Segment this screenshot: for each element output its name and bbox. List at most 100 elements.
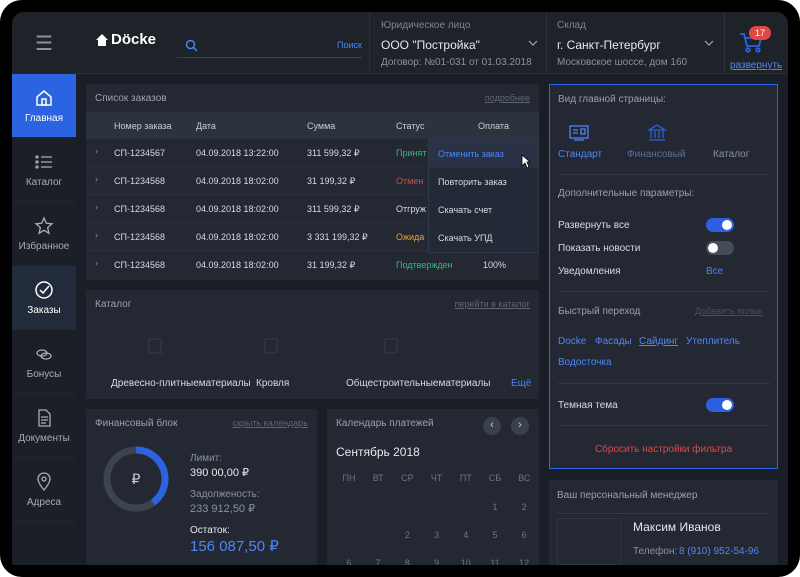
chevron-right-icon[interactable]: › <box>95 174 98 184</box>
next-month-button[interactable]: › <box>511 417 529 435</box>
manager-phone[interactable]: 8 (910) 952-54-96 <box>679 546 759 557</box>
entity-label: Юридическое лицо <box>381 20 471 31</box>
chevron-down-icon[interactable] <box>528 39 538 47</box>
search-input[interactable]: Поиск <box>177 34 362 58</box>
calendar-day[interactable]: 8 <box>392 558 422 565</box>
quick-link[interactable]: Водосточка <box>558 357 612 368</box>
dark-theme-toggle[interactable] <box>706 398 734 412</box>
add-shortcut-link[interactable]: Добавить ярлык <box>695 306 763 316</box>
cart-expand-link[interactable]: развернуть <box>730 60 782 71</box>
chevron-down-icon[interactable] <box>704 39 714 47</box>
order-sum: 311 599,32 ₽ <box>307 204 360 214</box>
column-header: Сумма <box>307 121 336 131</box>
weekday-label: СБ <box>488 473 502 483</box>
chevron-right-icon[interactable]: › <box>95 258 98 268</box>
menu-button[interactable]: ☰ <box>12 12 76 74</box>
search-button[interactable]: Поиск <box>337 40 362 50</box>
calendar-day[interactable]: 3 <box>422 530 452 540</box>
catalog-item[interactable]: Кровля <box>256 378 289 389</box>
calendar-day[interactable]: 5 <box>480 530 510 540</box>
menu-item-download-invoice[interactable]: Скачать счет <box>429 196 538 224</box>
catalog-item[interactable]: Общестроительныематериалы <box>346 378 490 389</box>
weekday-label: ПТ <box>459 473 472 483</box>
calendar-day[interactable]: 12 <box>509 558 539 565</box>
entity-select[interactable]: ООО "Постройка" <box>381 38 480 52</box>
chevron-right-icon[interactable]: › <box>95 230 98 240</box>
nav-item-favorites[interactable]: Избранное <box>12 202 76 266</box>
quick-link[interactable]: Утеплитель <box>686 336 740 347</box>
bank-icon <box>647 124 667 141</box>
chevron-right-icon[interactable]: › <box>95 146 98 156</box>
calendar-day[interactable]: 10 <box>451 558 481 565</box>
divider <box>369 12 370 74</box>
reset-filter-button[interactable]: Сбросить настройки фильтра <box>550 444 777 455</box>
calendar-day[interactable]: 1 <box>480 502 510 512</box>
calendar-day[interactable]: 2 <box>392 530 422 540</box>
warehouse-select[interactable]: г. Санкт-Петербург <box>557 38 661 52</box>
phone-label: Телефон: <box>633 546 678 557</box>
nav-item-orders[interactable]: Заказы <box>12 266 76 330</box>
calendar-day[interactable]: 2 <box>509 502 539 512</box>
catalog-panel: Каталог перейти в каталог Древесно-плитн… <box>86 290 539 399</box>
divider <box>546 12 547 74</box>
order-number: СП-1234568 <box>114 204 166 214</box>
order-payment: 100% <box>483 260 507 270</box>
view-option-standard[interactable]: Стандарт <box>558 149 602 160</box>
weekday-label: ЧТ <box>430 473 443 483</box>
weekday-label: ПН <box>342 473 356 483</box>
order-status: Принят <box>396 148 427 158</box>
hide-calendar-link[interactable]: скрыть календарь <box>232 418 308 428</box>
catalog-more-link[interactable]: Ещё <box>511 378 531 389</box>
calendar-day[interactable]: 6 <box>334 558 364 565</box>
order-status: Отгруж <box>396 204 426 214</box>
calendar-day[interactable]: 9 <box>422 558 452 565</box>
catalog-link[interactable]: перейти в каталог <box>455 299 530 309</box>
quick-link[interactable]: Фасады <box>595 336 632 347</box>
calendar-day[interactable]: 7 <box>363 558 393 565</box>
table-row[interactable]: › СП-1234568 04.09.2018 18:02:00 31 199,… <box>86 250 537 278</box>
logo[interactable]: Döcke <box>95 31 156 48</box>
expand-all-toggle[interactable] <box>706 218 734 232</box>
notifications-select[interactable]: Все <box>706 266 723 277</box>
chevron-right-icon[interactable]: › <box>95 202 98 212</box>
nav-item-bonuses[interactable]: Бонусы <box>12 330 76 394</box>
prev-month-button[interactable]: ‹ <box>483 417 501 435</box>
nav-item-catalog[interactable]: Каталог <box>12 138 76 202</box>
view-option-catalog[interactable]: Каталог <box>713 149 749 160</box>
nav-item-documents[interactable]: Документы <box>12 394 76 458</box>
debt-value: 233 912,50 ₽ <box>190 503 256 515</box>
menu-item-repeat-order[interactable]: Повторить заказ <box>429 168 538 196</box>
calendar-day[interactable]: 4 <box>451 530 481 540</box>
weekday-label: ВТ <box>372 473 384 483</box>
calendar-day[interactable]: 11 <box>480 558 510 565</box>
quick-link[interactable]: Docke <box>558 336 586 347</box>
nav-item-addresses[interactable]: Адреса <box>12 458 76 522</box>
order-date: 04.09.2018 18:02:00 <box>196 232 279 242</box>
toggle-knob <box>722 400 732 410</box>
limit-value: 390 00,00 ₽ <box>190 467 249 479</box>
settings-panel: Вид главной страницы: Стандарт Финансовы… <box>549 84 778 469</box>
divider <box>558 174 770 175</box>
view-option-financial[interactable]: Финансовый <box>627 149 686 160</box>
order-sum: 3 331 199,32 ₽ <box>307 232 368 242</box>
coins-icon <box>36 348 52 360</box>
quick-link[interactable]: Сайдинг <box>639 336 678 347</box>
nav-label: Документы <box>18 432 70 444</box>
divider <box>558 425 770 426</box>
toggle-knob <box>722 220 732 230</box>
weekday-label: СР <box>401 473 414 483</box>
show-news-toggle[interactable] <box>706 241 734 255</box>
nav-item-home[interactable]: Главная <box>12 74 76 138</box>
roof-icon <box>264 338 278 354</box>
order-date: 04.09.2018 18:02:00 <box>196 176 279 186</box>
orders-more-link[interactable]: подробнее <box>485 93 530 103</box>
calendar-day[interactable]: 6 <box>509 530 539 540</box>
limit-label: Лимит: <box>190 453 222 464</box>
quick-title: Быстрый переход <box>558 306 641 317</box>
nav-label: Главная <box>24 112 64 124</box>
catalog-item[interactable]: Древесно-плитныематериалы <box>111 378 251 389</box>
debt-label: Задолженость: <box>190 489 260 500</box>
order-date: 04.09.2018 18:02:00 <box>196 204 279 214</box>
expand-all-label: Развернуть все <box>558 220 630 231</box>
menu-item-download-upd[interactable]: Скачать УПД <box>429 224 538 252</box>
